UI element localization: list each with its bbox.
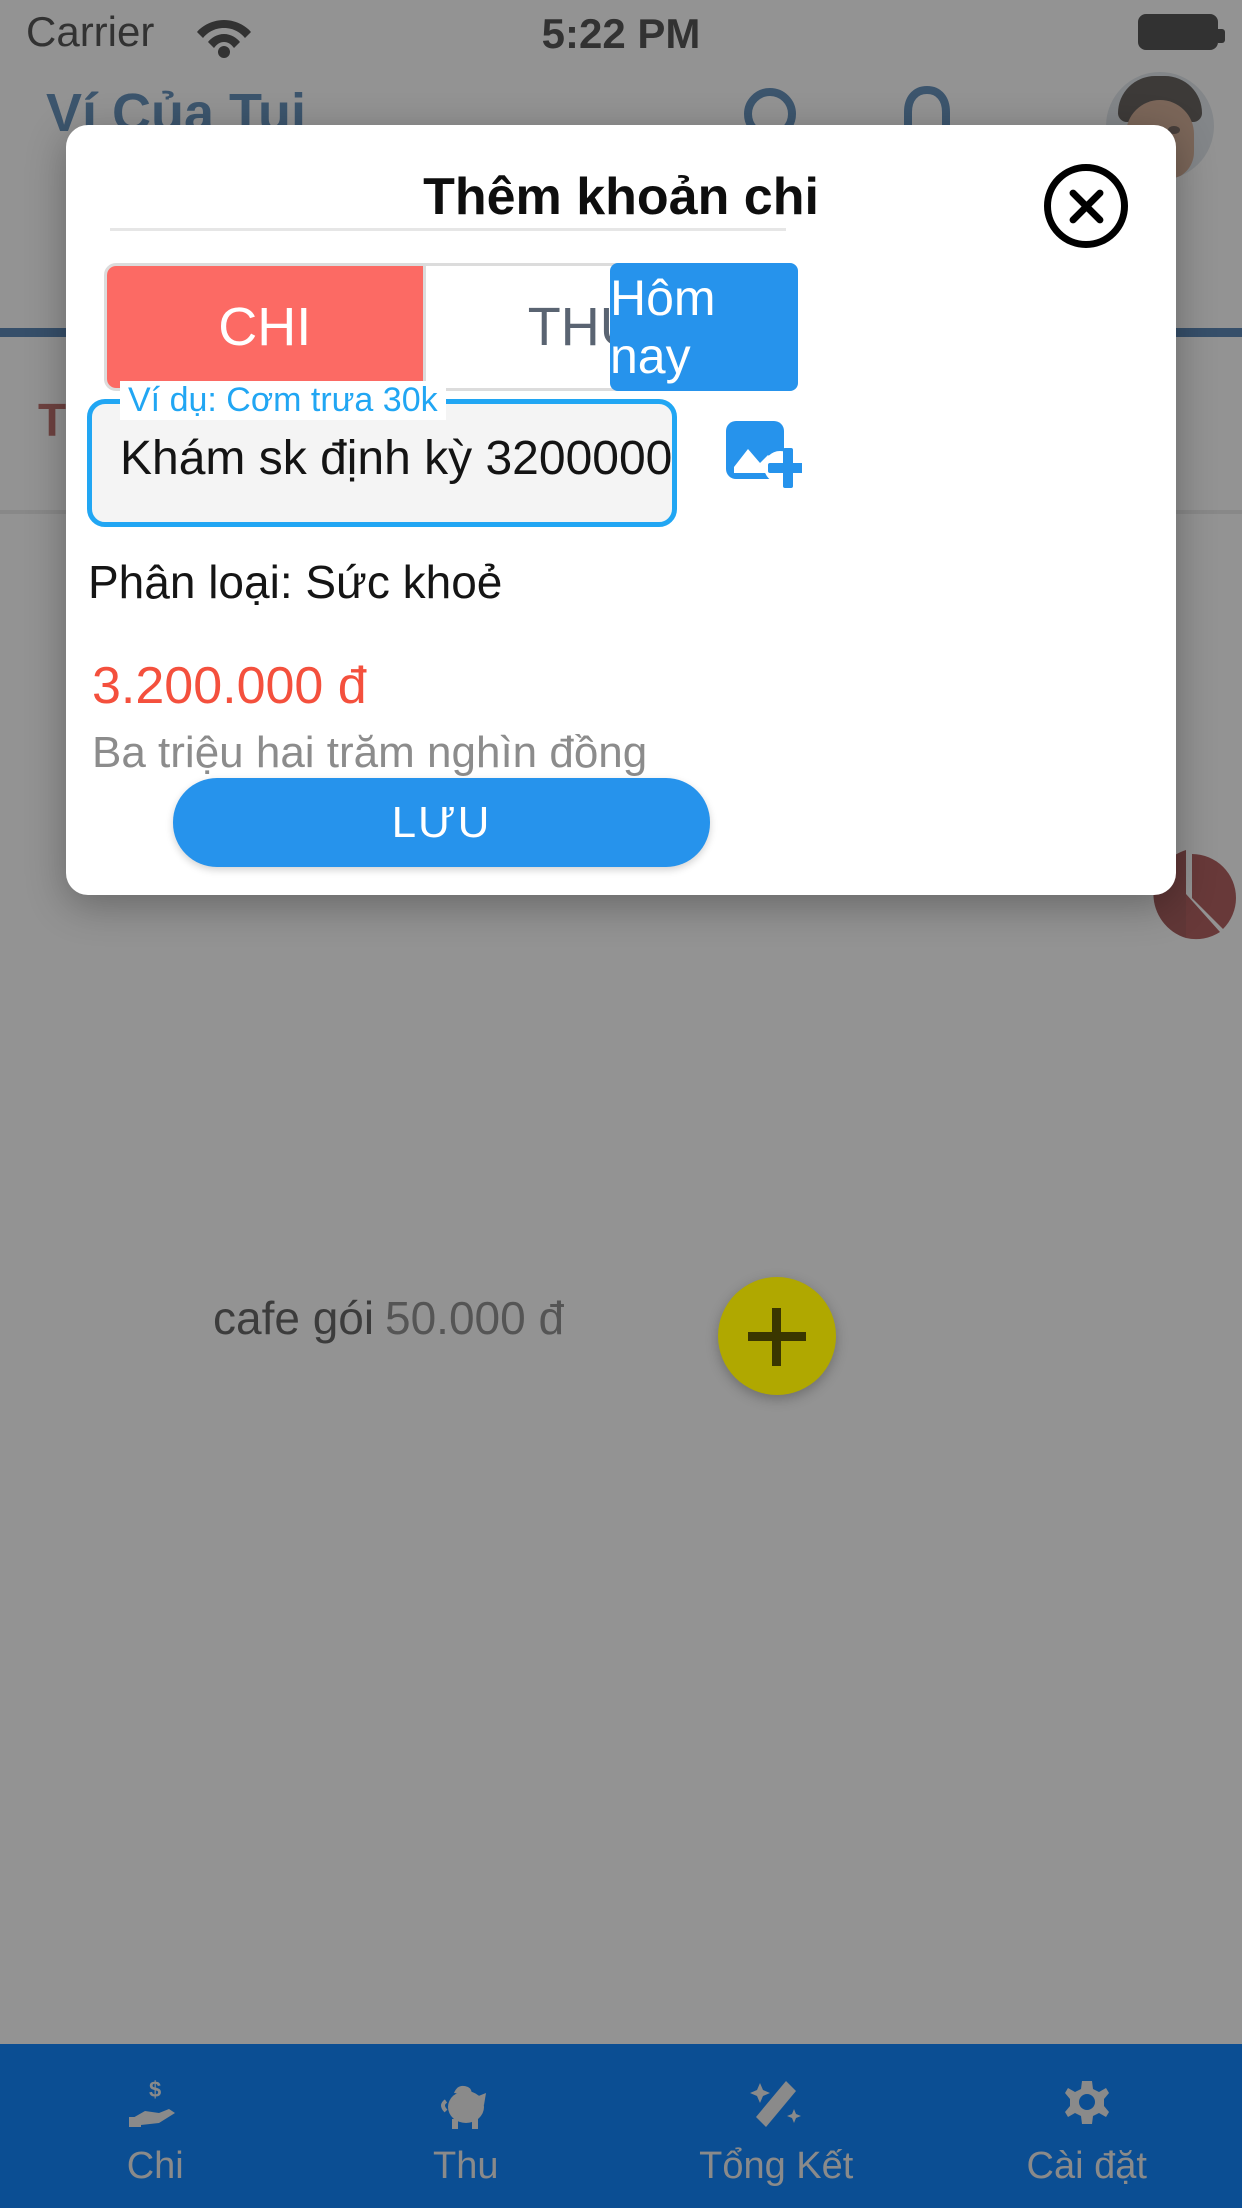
- nav-label-cai-dat: Cài đặt: [1026, 2144, 1147, 2187]
- add-transaction-fab[interactable]: [718, 1277, 836, 1395]
- amount-value: 3.200.000 đ: [92, 657, 367, 715]
- nav-label-thu: Thu: [433, 2144, 499, 2187]
- add-expense-modal: Thêm khoản chi CHI THU Hôm nay Ví dụ: Cơ…: [66, 125, 1176, 895]
- save-button[interactable]: LƯU: [173, 778, 710, 867]
- category-label: Phân loại: Sức khoẻ: [88, 556, 503, 608]
- nav-item-chi[interactable]: $ Chi: [0, 2044, 311, 2208]
- add-photo-icon[interactable]: [722, 417, 808, 497]
- svg-text:$: $: [149, 2077, 161, 2102]
- nav-item-thu[interactable]: Thu: [311, 2044, 622, 2208]
- nav-item-cai-dat[interactable]: Cài đặt: [932, 2044, 1242, 2208]
- magic-wand-icon: [746, 2073, 806, 2137]
- gear-icon: [1057, 2073, 1117, 2137]
- nav-item-tong-ket[interactable]: Tổng Kết: [621, 2044, 932, 2208]
- piggy-bank-icon: [436, 2073, 496, 2137]
- nav-label-chi: Chi: [126, 2144, 184, 2187]
- nav-label-tong-ket: Tổng Kết: [699, 2144, 854, 2187]
- transaction-input[interactable]: Khám sk định kỳ 3200000: [120, 431, 672, 486]
- today-date-button[interactable]: Hôm nay: [610, 263, 798, 391]
- transaction-input-label: Ví dụ: Cơm trưa 30k: [120, 381, 446, 420]
- modal-header-divider: [110, 228, 786, 231]
- bottom-navigation: $ Chi Thu Tổng Kết Cài đặt: [0, 2044, 1242, 2208]
- segment-chi[interactable]: CHI: [107, 266, 423, 388]
- hand-money-icon: $: [125, 2073, 185, 2137]
- transaction-input-wrapper: Ví dụ: Cơm trưa 30k Khám sk định kỳ 3200…: [87, 381, 677, 527]
- modal-title: Thêm khoản chi: [423, 168, 819, 226]
- amount-in-words: Ba triệu hai trăm nghìn đồng: [92, 728, 648, 777]
- close-circle-icon[interactable]: [1044, 164, 1128, 248]
